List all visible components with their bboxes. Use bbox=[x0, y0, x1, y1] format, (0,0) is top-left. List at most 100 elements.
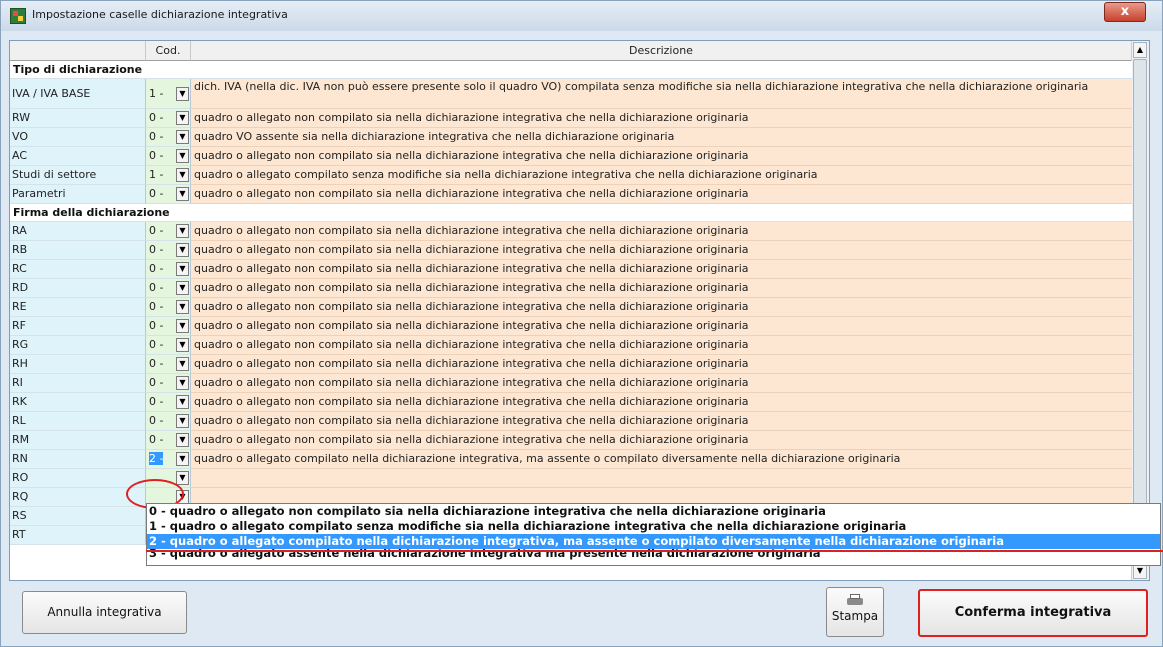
code-select[interactable]: 0 - ▼ bbox=[146, 431, 191, 450]
row-name: RC bbox=[10, 260, 146, 279]
dropdown-option[interactable]: 1 - quadro o allegato compilato senza mo… bbox=[147, 519, 1160, 534]
row-name: RH bbox=[10, 355, 146, 374]
table-row: RE 0 - ▼ quadro o allegato non compilato si… bbox=[10, 298, 1132, 317]
row-description: quadro o allegato non compilato sia nell… bbox=[191, 222, 1132, 241]
code-value: 0 - bbox=[149, 338, 164, 351]
code-value: 0 - bbox=[149, 243, 164, 256]
vertical-scrollbar[interactable]: ▲ ▼ bbox=[1131, 41, 1149, 580]
code-select[interactable]: 0 - ▼ bbox=[146, 128, 191, 147]
header-description[interactable]: Descrizione bbox=[191, 41, 1132, 61]
table-row: RD 0 - ▼ quadro o allegato non compilato si… bbox=[10, 279, 1132, 298]
code-select[interactable]: 0 - ▼ bbox=[146, 355, 191, 374]
row-name: RW bbox=[10, 109, 146, 128]
code-select[interactable]: 0 - ▼ bbox=[146, 109, 191, 128]
code-select[interactable]: 0 - ▼ bbox=[146, 298, 191, 317]
header-code[interactable]: Cod. bbox=[146, 41, 191, 61]
dropdown-arrow-icon[interactable]: ▼ bbox=[176, 187, 189, 201]
close-button[interactable]: x bbox=[1104, 2, 1146, 22]
row-name: IVA / IVA BASE bbox=[10, 79, 146, 109]
code-select[interactable]: 0 - ▼ bbox=[146, 336, 191, 355]
row-name: VO bbox=[10, 128, 146, 147]
row-description: quadro o allegato non compilato sia nell… bbox=[191, 393, 1132, 412]
row-name: RM bbox=[10, 431, 146, 450]
code-select[interactable]: 0 - ▼ bbox=[146, 222, 191, 241]
section-header: Firma della dichiarazione bbox=[10, 204, 1132, 222]
row-name: RE bbox=[10, 298, 146, 317]
scroll-up-icon[interactable]: ▲ bbox=[1133, 42, 1147, 58]
dropdown-option[interactable]: 0 - quadro o allegato non compilato sia … bbox=[147, 504, 1160, 519]
title-bar: Impostazione caselle dichiarazione integ… bbox=[1, 1, 1162, 31]
dropdown-arrow-icon[interactable]: ▼ bbox=[176, 111, 189, 125]
code-select[interactable]: 0 - ▼ bbox=[146, 393, 191, 412]
row-name: RI bbox=[10, 374, 146, 393]
row-description: quadro o allegato non compilato sia nell… bbox=[191, 374, 1132, 393]
table-row: RC 0 - ▼ quadro o allegato non compilato si… bbox=[10, 260, 1132, 279]
row-name: RB bbox=[10, 241, 146, 260]
row-description: quadro o allegato non compilato sia nell… bbox=[191, 431, 1132, 450]
code-value: 0 - bbox=[149, 357, 164, 370]
dropdown-arrow-icon[interactable]: ▼ bbox=[176, 319, 189, 333]
dropdown-arrow-icon[interactable]: ▼ bbox=[176, 224, 189, 238]
row-description: quadro o allegato non compilato sia nell… bbox=[191, 336, 1132, 355]
row-description: quadro o allegato non compilato sia nell… bbox=[191, 260, 1132, 279]
code-select[interactable]: 0 - ▼ bbox=[146, 412, 191, 431]
code-value: 2 - bbox=[149, 452, 164, 465]
table-row: RF 0 - ▼ quadro o allegato non compilato si… bbox=[10, 317, 1132, 336]
dropdown-arrow-icon[interactable]: ▼ bbox=[176, 395, 189, 409]
code-value: 0 - bbox=[149, 395, 164, 408]
dropdown-arrow-icon[interactable]: ▼ bbox=[176, 149, 189, 163]
app-icon bbox=[10, 8, 26, 24]
row-name: RF bbox=[10, 317, 146, 336]
row-description: quadro o allegato compilato senza modifi… bbox=[191, 166, 1132, 185]
dropdown-arrow-icon[interactable]: ▼ bbox=[176, 357, 189, 371]
dropdown-arrow-icon[interactable]: ▼ bbox=[176, 376, 189, 390]
dropdown-arrow-icon[interactable]: ▼ bbox=[176, 87, 189, 101]
dropdown-arrow-icon[interactable]: ▼ bbox=[176, 414, 189, 428]
row-name: RK bbox=[10, 393, 146, 412]
code-select[interactable]: 0 - ▼ bbox=[146, 279, 191, 298]
table-row: RL 0 - ▼ quadro o allegato non compilato si… bbox=[10, 412, 1132, 431]
dropdown-arrow-icon[interactable]: ▼ bbox=[176, 452, 189, 466]
row-description: quadro o allegato non compilato sia nell… bbox=[191, 412, 1132, 431]
code-dropdown-list[interactable]: 0 - quadro o allegato non compilato sia … bbox=[146, 503, 1161, 566]
dropdown-arrow-icon[interactable]: ▼ bbox=[176, 300, 189, 314]
stampa-button[interactable]: Stampa bbox=[826, 587, 884, 637]
row-name: Studi di settore bbox=[10, 166, 146, 185]
code-value: 0 - bbox=[149, 414, 164, 427]
highlight-underline bbox=[146, 550, 1163, 552]
row-name: RG bbox=[10, 336, 146, 355]
code-select[interactable]: 0 - ▼ bbox=[146, 260, 191, 279]
table-row: RK 0 - ▼ quadro o allegato non compilato si… bbox=[10, 393, 1132, 412]
code-select[interactable]: 0 - ▼ bbox=[146, 241, 191, 260]
dropdown-arrow-icon[interactable]: ▼ bbox=[176, 471, 189, 485]
dropdown-arrow-icon[interactable]: ▼ bbox=[176, 433, 189, 447]
dropdown-arrow-icon[interactable]: ▼ bbox=[176, 338, 189, 352]
row-name: Parametri bbox=[10, 185, 146, 204]
code-value: 0 - bbox=[149, 224, 164, 237]
code-select[interactable]: 1 - ▼ bbox=[146, 166, 191, 185]
dropdown-arrow-icon[interactable]: ▼ bbox=[176, 262, 189, 276]
code-value: 1 - bbox=[149, 87, 164, 100]
dropdown-arrow-icon[interactable]: ▼ bbox=[176, 130, 189, 144]
printer-icon bbox=[847, 594, 863, 607]
conferma-integrativa-button[interactable]: Conferma integrativa bbox=[918, 589, 1148, 637]
code-select[interactable]: 2 - ▼ bbox=[146, 450, 191, 469]
code-value: 0 - bbox=[149, 111, 164, 124]
header-name-column bbox=[10, 41, 146, 61]
dropdown-arrow-icon[interactable]: ▼ bbox=[176, 243, 189, 257]
section-header: Tipo di dichiarazione bbox=[10, 61, 1132, 79]
code-value: 0 - bbox=[149, 319, 164, 332]
code-select[interactable]: 0 - ▼ bbox=[146, 374, 191, 393]
code-select[interactable]: 1 - ▼ bbox=[146, 79, 191, 109]
annulla-integrativa-button[interactable]: Annulla integrativa bbox=[22, 591, 187, 634]
code-select[interactable]: 0 - ▼ bbox=[146, 147, 191, 166]
row-description: quadro o allegato non compilato sia nell… bbox=[191, 279, 1132, 298]
table-row: AC 0 - ▼ quadro o allegato non compilato si… bbox=[10, 147, 1132, 166]
scroll-thumb[interactable] bbox=[1133, 59, 1147, 549]
dropdown-arrow-icon[interactable]: ▼ bbox=[176, 168, 189, 182]
dropdown-arrow-icon[interactable]: ▼ bbox=[176, 281, 189, 295]
code-select[interactable]: 0 - ▼ bbox=[146, 185, 191, 204]
row-name: RD bbox=[10, 279, 146, 298]
code-select[interactable]: 0 - ▼ bbox=[146, 317, 191, 336]
dropdown-option[interactable]: 2 - quadro o allegato compilato nella di… bbox=[147, 534, 1160, 549]
